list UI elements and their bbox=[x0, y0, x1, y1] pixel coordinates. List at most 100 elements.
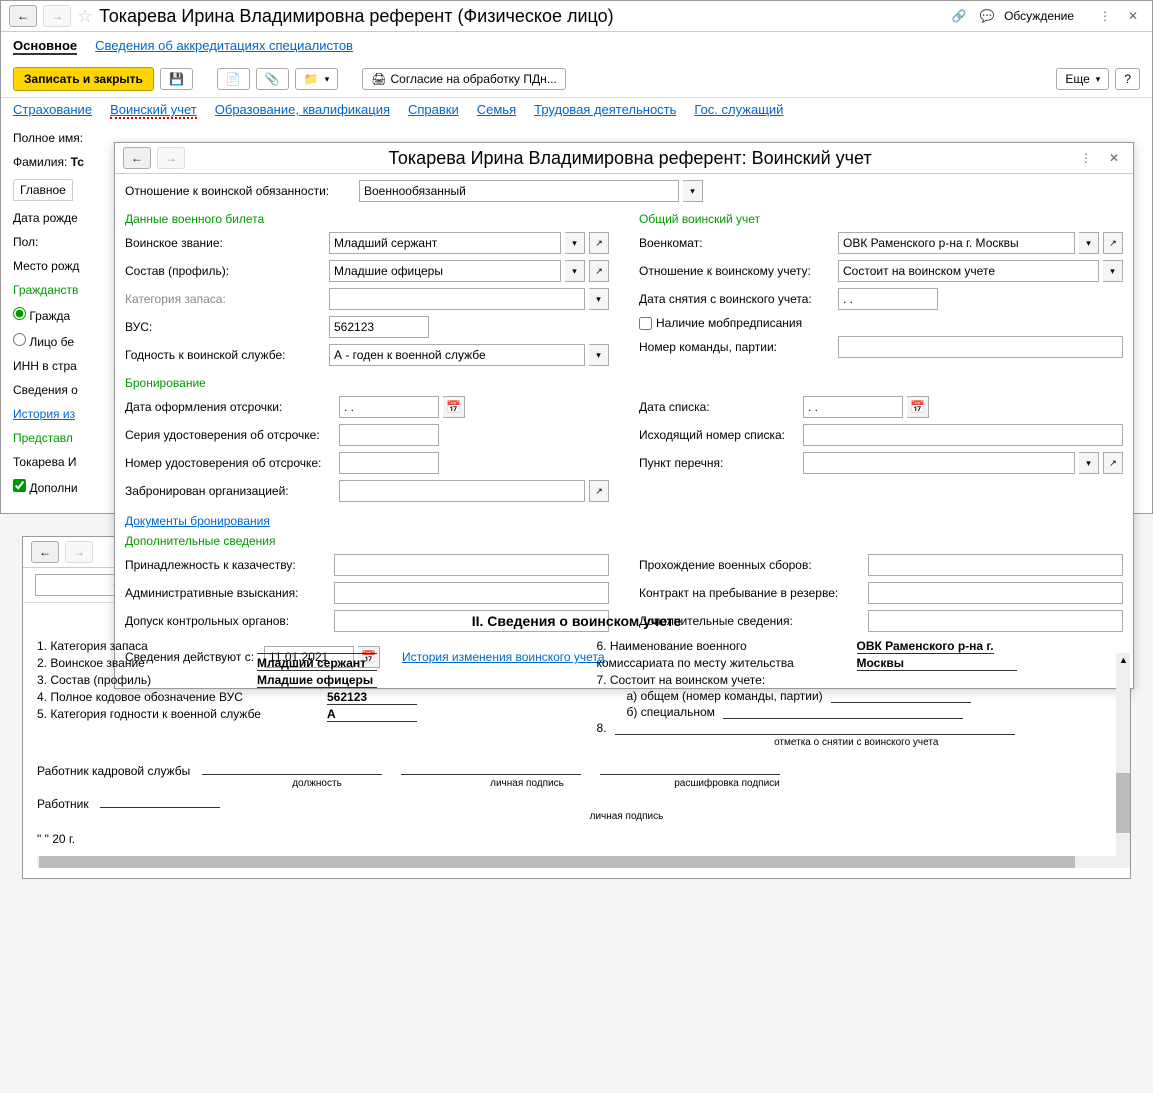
listdate-input[interactable]: . . bbox=[803, 396, 903, 418]
star-icon[interactable]: ☆ bbox=[77, 6, 93, 27]
team-input[interactable] bbox=[838, 336, 1123, 358]
attach-button[interactable]: 📎 bbox=[256, 68, 289, 90]
rel2-input[interactable] bbox=[838, 260, 1099, 282]
citizen-r2: Лицо бе bbox=[29, 335, 74, 349]
save-button[interactable]: 💾 bbox=[160, 68, 193, 90]
rpt-fwd[interactable]: → bbox=[65, 541, 93, 563]
outnum-input[interactable] bbox=[803, 424, 1123, 446]
rel-input[interactable] bbox=[359, 180, 679, 202]
sig-sign bbox=[401, 774, 581, 775]
discuss-icon[interactable]: 💬 bbox=[976, 5, 998, 27]
main-title: Токарева Ирина Владимировна референт (Фи… bbox=[99, 6, 942, 27]
mob-label: Наличие мобпредписания bbox=[656, 316, 802, 330]
sig-name bbox=[600, 774, 780, 775]
help-button[interactable]: ? bbox=[1115, 68, 1140, 90]
mil-back[interactable]: ← bbox=[123, 147, 151, 169]
cat-input bbox=[329, 288, 585, 310]
comp-input[interactable] bbox=[329, 260, 561, 282]
booked-input[interactable] bbox=[339, 480, 585, 502]
fit-dd[interactable]: ▾ bbox=[589, 344, 609, 366]
defnum-label: Номер удостоверения об отсрочке: bbox=[125, 456, 335, 470]
st-family[interactable]: Семья bbox=[477, 102, 516, 119]
st-refs[interactable]: Справки bbox=[408, 102, 459, 119]
r6va: ОВК Раменского р-на г. bbox=[857, 639, 994, 654]
defdate-cal-icon[interactable]: 📅 bbox=[443, 396, 465, 418]
tab-accred[interactable]: Сведения об аккредитациях специалистов bbox=[95, 38, 353, 55]
st-military[interactable]: Воинский учет bbox=[110, 102, 197, 119]
v-scrollbar[interactable]: ▲ bbox=[1116, 653, 1130, 868]
rpt-back[interactable]: ← bbox=[31, 541, 59, 563]
subtabs: Страхование Воинский учет Образование, к… bbox=[1, 98, 1152, 123]
rank-input[interactable] bbox=[329, 232, 561, 254]
kom-input[interactable] bbox=[838, 232, 1075, 254]
item-input[interactable] bbox=[803, 452, 1075, 474]
st-insurance[interactable]: Страхование bbox=[13, 102, 92, 119]
main-tabs: Основное Сведения об аккредитациях специ… bbox=[1, 32, 1152, 61]
surname-label: Фамилия: bbox=[13, 155, 67, 169]
consent-button[interactable]: 🖨 Согласие на обработку ПДн... bbox=[362, 68, 565, 90]
cat-dd[interactable]: ▾ bbox=[589, 288, 609, 310]
pen-input[interactable] bbox=[334, 582, 609, 604]
vus-input[interactable] bbox=[329, 316, 429, 338]
save-close-button[interactable]: Записать и закрыть bbox=[13, 67, 154, 91]
sex-label: Пол: bbox=[13, 235, 109, 249]
sig-pos bbox=[202, 774, 382, 775]
booked-open[interactable]: ↗ bbox=[589, 480, 609, 502]
r3: 3. Состав (профиль) bbox=[37, 673, 257, 688]
item-open[interactable]: ↗ bbox=[1103, 452, 1123, 474]
rpt-num-input[interactable] bbox=[35, 574, 125, 596]
kom-label: Военкомат: bbox=[639, 236, 834, 250]
h-scrollbar[interactable] bbox=[37, 856, 1116, 868]
extra-check[interactable] bbox=[13, 479, 26, 492]
docs-link[interactable]: Документы бронирования bbox=[125, 514, 270, 528]
discuss-text[interactable]: Обсуждение bbox=[1004, 9, 1074, 23]
doc-button[interactable]: 📄 bbox=[217, 68, 250, 90]
mil-titlebar: ← → Токарева Ирина Владимировна референт… bbox=[115, 143, 1133, 174]
fit-input[interactable] bbox=[329, 344, 585, 366]
rel-dd[interactable]: ▾ bbox=[683, 180, 703, 202]
inner-tab-main[interactable]: Главное bbox=[13, 179, 73, 201]
rank-dd[interactable]: ▾ bbox=[565, 232, 585, 254]
folder-button[interactable]: 📁▾ bbox=[295, 68, 338, 90]
tab-main[interactable]: Основное bbox=[13, 38, 77, 55]
defser-input[interactable] bbox=[339, 424, 439, 446]
r5: 5. Категория годности к военной службе bbox=[37, 707, 327, 722]
r6a: 6. Наименование военного bbox=[597, 639, 747, 653]
link-icon[interactable]: 🔗 bbox=[948, 5, 970, 27]
mil-kebab-icon[interactable]: ⋮ bbox=[1075, 147, 1097, 169]
listdate-cal-icon[interactable]: 📅 bbox=[907, 396, 929, 418]
nav-back[interactable]: ← bbox=[9, 5, 37, 27]
defdate-input[interactable]: . . bbox=[339, 396, 439, 418]
train-input[interactable] bbox=[868, 554, 1123, 576]
kebab-icon[interactable]: ⋮ bbox=[1094, 5, 1116, 27]
cossack-input[interactable] bbox=[334, 554, 609, 576]
mil-fwd[interactable]: → bbox=[157, 147, 185, 169]
history-link[interactable]: История из bbox=[13, 407, 109, 421]
rel2-dd[interactable]: ▾ bbox=[1103, 260, 1123, 282]
listdate-label: Дата списка: bbox=[639, 400, 799, 414]
r3v: Младшие офицеры bbox=[257, 673, 377, 688]
r7b-line bbox=[723, 705, 963, 719]
item-dd[interactable]: ▾ bbox=[1079, 452, 1099, 474]
defnum-input[interactable] bbox=[339, 452, 439, 474]
more-button[interactable]: Еще▾ bbox=[1056, 68, 1109, 90]
comp-open[interactable]: ↗ bbox=[589, 260, 609, 282]
st-civil[interactable]: Гос. служащий bbox=[694, 102, 783, 119]
citizen-radio2[interactable] bbox=[13, 333, 26, 346]
deregd-input[interactable]: . . bbox=[838, 288, 938, 310]
r7a: а) общем (номер команды, партии) bbox=[627, 689, 823, 703]
main-toolbar: Записать и закрыть 💾 📄 📎 📁▾ 🖨 Согласие н… bbox=[1, 61, 1152, 98]
close-icon[interactable]: ✕ bbox=[1122, 5, 1144, 27]
st-education[interactable]: Образование, квалификация bbox=[215, 102, 390, 119]
mil-close-icon[interactable]: ✕ bbox=[1103, 147, 1125, 169]
kom-dd[interactable]: ▾ bbox=[1079, 232, 1099, 254]
rank-open[interactable]: ↗ bbox=[589, 232, 609, 254]
kom-open[interactable]: ↗ bbox=[1103, 232, 1123, 254]
nav-fwd[interactable]: → bbox=[43, 5, 71, 27]
st-work[interactable]: Трудовая деятельность bbox=[534, 102, 676, 119]
comp-dd[interactable]: ▾ bbox=[565, 260, 585, 282]
reserve-input[interactable] bbox=[868, 582, 1123, 604]
citizen-radio1[interactable] bbox=[13, 307, 26, 320]
mob-check[interactable] bbox=[639, 317, 652, 330]
hr-label: Работник кадровой службы bbox=[37, 764, 190, 778]
